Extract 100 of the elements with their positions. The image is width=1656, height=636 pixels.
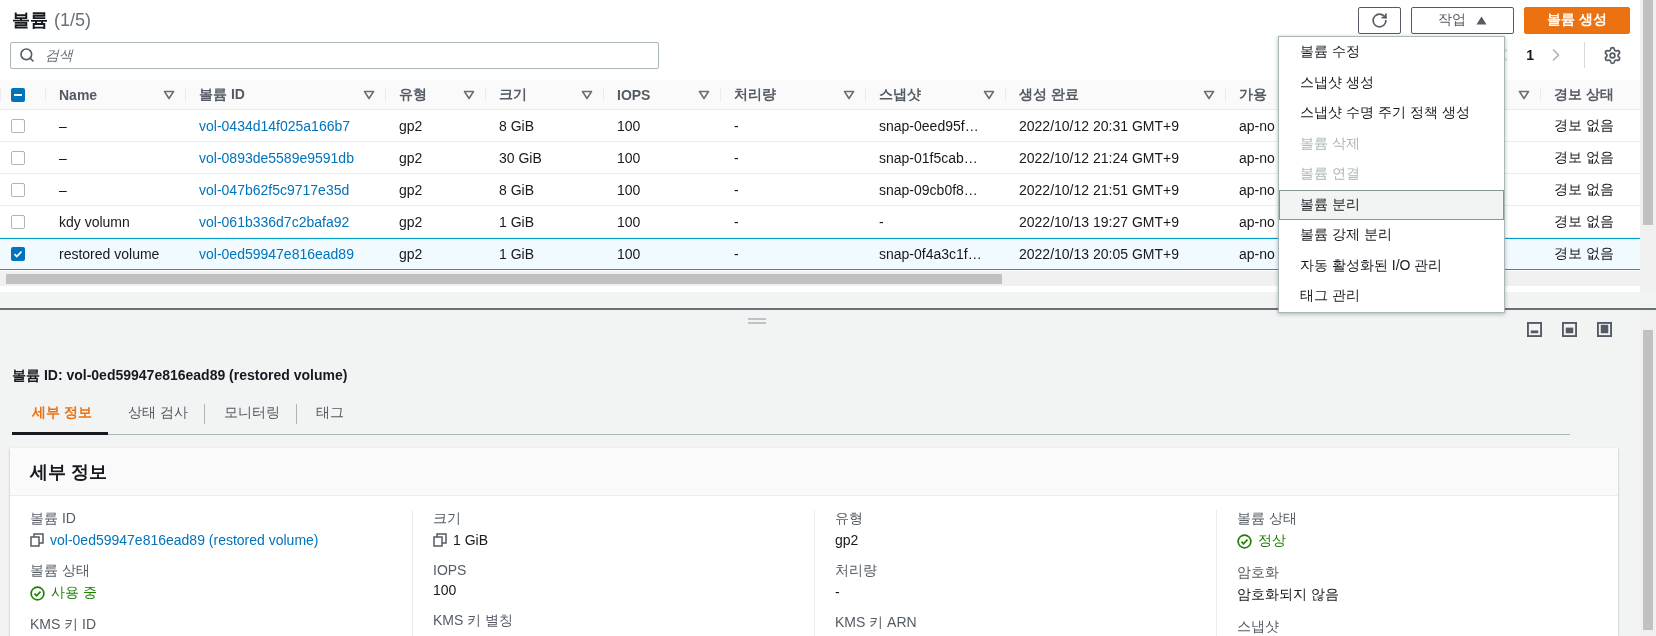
table-cell: 2022/10/12 21:24 GMT+9 [1019,149,1179,166]
panel-layout-icon[interactable] [1527,322,1542,337]
menu-item[interactable]: 자동 활성화된 I/O 관리 [1279,250,1504,281]
filter-icon[interactable] [1203,89,1215,100]
search-icon [19,47,35,63]
field-label: 크기 [433,510,462,528]
row-checkbox[interactable] [11,118,25,133]
table-cell: - [734,213,739,230]
filter-icon[interactable] [163,89,175,100]
table-cell: snap-0f4a3c1f… [879,246,982,262]
volume-link[interactable]: vol-0434d14f025a166b7 [199,117,351,134]
table-cell: - [734,246,739,262]
table-cell: – [59,149,67,166]
check-circle-icon [30,585,45,601]
details-tab[interactable]: 태그 [295,395,360,435]
settings-icon[interactable] [1603,45,1622,65]
table-cell: - [734,117,739,134]
card-title: 세부 정보 [30,460,107,484]
field-label: KMS 키 ARN [835,614,918,632]
field-label: 암호화 [1237,564,1280,582]
table-cell: - [879,213,884,230]
table-cell: gp2 [399,117,423,134]
field-label: 스냅샷 [1237,618,1280,636]
menu-item[interactable]: 스냅샷 생성 [1279,67,1504,98]
copy-icon[interactable] [433,533,447,547]
page-number[interactable]: 1 [1526,47,1534,63]
table-cell: 100 [617,246,641,262]
menu-item[interactable]: 볼륨 분리 [1279,189,1504,220]
volume-link[interactable]: vol-047b62f5c9717e35d [199,181,350,198]
panel-layout-icon[interactable] [1597,322,1612,337]
menu-item[interactable]: 볼륨 강제 분리 [1279,220,1504,251]
copy-icon[interactable] [30,533,44,547]
filter-icon[interactable] [1518,89,1530,100]
table-cell: 2022/10/12 21:51 GMT+9 [1019,181,1179,198]
table-cell: 1 GiB [499,246,534,262]
menu-item[interactable]: 태그 관리 [1279,281,1504,312]
filter-icon[interactable] [363,89,375,100]
table-cell: restored volume [59,246,160,262]
details-tab[interactable]: 상태 검사 [107,395,204,435]
row-checkbox[interactable] [11,182,25,197]
table-cell: 100 [617,117,641,134]
table-cell: 경보 없음 [1554,180,1614,199]
volume-link[interactable]: vol-0ed59947e816ead89 (restored volume) [50,532,319,548]
table-cell: 8 GiB [499,181,534,198]
table-cell: 1 GiB [499,213,534,230]
table-cell: ap-no [1239,117,1275,134]
filter-icon[interactable] [581,89,593,100]
field-label: 처리량 [835,562,878,580]
panel-layout-icon[interactable] [1562,322,1577,337]
volume-link[interactable]: vol-0893de5589e9591db [199,149,354,166]
table-cell: ap-no [1239,181,1275,198]
filter-icon[interactable] [843,89,855,100]
table-cell: – [59,117,67,134]
table-cell: 경보 없음 [1554,212,1614,231]
table-cell: 100 [617,213,641,230]
table-cell: 2022/10/13 19:27 GMT+9 [1019,213,1179,230]
table-cell: gp2 [399,149,423,166]
table-cell: snap-0eed95f… [879,117,979,134]
table-cell: kdy volumn [59,213,130,230]
row-checkbox[interactable] [11,214,25,229]
filter-icon[interactable] [463,89,475,100]
table-cell: 경보 없음 [1554,245,1614,263]
table-cell: – [59,181,67,198]
field-value: 1 GiB [453,532,488,548]
refresh-button[interactable] [1358,6,1402,34]
field-label: KMS 키 ID [30,616,98,634]
field-label: 볼륨 ID [30,510,77,528]
actions-button[interactable]: 작업 [1411,6,1515,34]
table-cell: - [734,149,739,166]
table-cell: 8 GiB [499,117,534,134]
table-cell: 100 [617,181,641,198]
select-all-checkbox[interactable] [11,87,25,102]
table-cell: ap-no [1239,246,1275,262]
search-input[interactable]: 검색 [43,46,658,64]
menu-item[interactable]: 스냅샷 수명 주기 정책 생성 [1279,98,1504,129]
table-cell: gp2 [399,213,423,230]
details-title: 볼륨 ID: vol-0ed59947e816ead89 (restored volume) [12,367,349,385]
check-icon [13,249,23,259]
field-value: - [835,584,840,600]
menu-item[interactable]: 볼륨 수정 [1279,37,1504,68]
table-cell: snap-01f5cab… [879,149,978,166]
field-label: IOPS [433,562,468,578]
details-tab[interactable]: 모니터링 [203,395,296,435]
table-cell: 경보 없음 [1554,116,1614,135]
field-value: gp2 [835,532,859,548]
filter-icon[interactable] [983,89,995,100]
row-checkbox[interactable] [11,247,25,261]
table-cell: 100 [617,149,641,166]
vertical-scrollbar[interactable] [1640,0,1656,292]
check-circle-icon [1237,533,1252,549]
field-value: 암호화되지 않음 [1237,586,1339,604]
resize-handle-icon[interactable] [748,318,766,324]
volume-link[interactable]: vol-061b336d7c2bafa92 [199,213,350,230]
filter-icon[interactable] [698,89,710,100]
table-cell: 30 GiB [499,149,542,166]
table-cell: 경보 없음 [1554,148,1614,167]
search-field[interactable]: 검색 [10,41,659,69]
row-checkbox[interactable] [11,150,25,165]
field-value: 100 [433,582,457,598]
table-cell: 2022/10/13 20:05 GMT+9 [1019,246,1179,262]
